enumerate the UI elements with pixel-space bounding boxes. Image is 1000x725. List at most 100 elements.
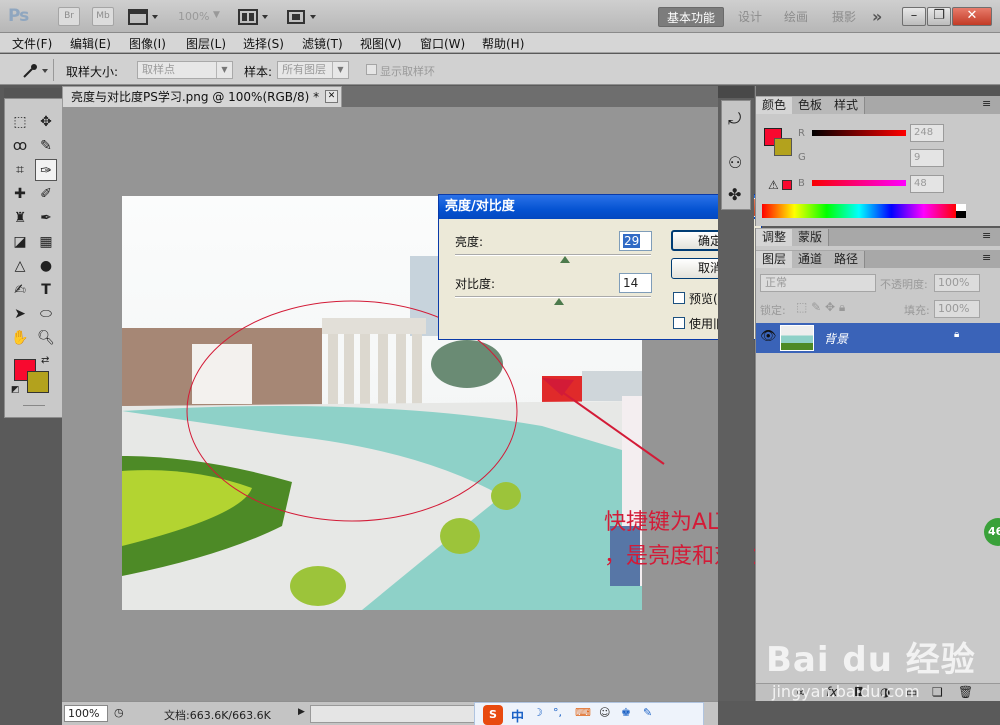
adjustments-panel-icon[interactable]: ✤ <box>728 185 741 204</box>
b-slider[interactable] <box>812 180 906 186</box>
tab-styles[interactable]: 样式 <box>828 97 866 114</box>
use-legacy-checkbox[interactable] <box>673 317 685 329</box>
marquee-tool-icon[interactable]: ⬚ <box>9 111 31 133</box>
skin-icon[interactable]: ♚ <box>621 706 631 719</box>
g-slider[interactable] <box>812 154 906 160</box>
menu-layer[interactable]: 图层(L) <box>186 35 226 52</box>
path-select-tool-icon[interactable]: ➤ <box>9 303 31 325</box>
moon-icon[interactable]: ☽ <box>533 706 543 719</box>
restore-button[interactable]: ❐ <box>927 7 951 26</box>
clone-stamp-tool-icon[interactable]: ♜ <box>9 207 31 229</box>
workspace-photography[interactable]: 摄影 <box>824 7 864 27</box>
zoom-level-select[interactable]: 100% <box>178 10 209 23</box>
gamut-swatch[interactable] <box>782 180 792 190</box>
ime-chinese-mode[interactable]: 中 <box>511 706 524 725</box>
bridge-button[interactable]: Br <box>58 7 80 26</box>
zoom-field[interactable]: 100% <box>64 705 108 722</box>
r-value[interactable]: 248 <box>910 124 944 142</box>
lasso-tool-icon[interactable]: ꝏ <box>9 135 31 157</box>
hand-tool-icon[interactable]: ✋ <box>9 327 31 349</box>
quick-select-tool-icon[interactable]: ✎ <box>35 135 57 157</box>
color-spectrum-ramp[interactable] <box>762 204 956 218</box>
user-icon[interactable]: ☺ <box>599 706 610 719</box>
contrast-input[interactable]: 14 <box>619 273 652 293</box>
background-color-swatch[interactable] <box>27 371 49 393</box>
punctuation-icon[interactable]: °, <box>553 706 562 719</box>
brightness-slider-track[interactable] <box>455 254 651 256</box>
out-of-gamut-warning-icon[interactable]: ⚠ <box>768 178 779 192</box>
dodge-tool-icon[interactable]: ● <box>35 255 57 277</box>
layer-row-background[interactable]: 👁︎ 背景 🔒︎ <box>756 323 1000 353</box>
b-value[interactable]: 48 <box>910 175 944 193</box>
tab-color[interactable]: 颜色 <box>756 97 794 114</box>
tab-paths[interactable]: 路径 <box>828 251 866 268</box>
workspace-essentials[interactable]: 基本功能 <box>658 7 725 27</box>
menu-help[interactable]: 帮助(H) <box>482 35 524 52</box>
ellipse-tool-icon[interactable]: ⬭ <box>35 303 57 325</box>
menu-filter[interactable]: 滤镜(T) <box>302 35 343 52</box>
contrast-slider-thumb[interactable] <box>553 298 564 305</box>
menu-window[interactable]: 窗口(W) <box>420 35 465 52</box>
tab-adjustments[interactable]: 调整 <box>756 229 794 246</box>
sample-size-select[interactable]: 取样点 ▼ <box>137 61 233 79</box>
move-tool-icon[interactable]: ✥ <box>35 111 57 133</box>
actions-panel-icon[interactable]: ⚇ <box>728 153 742 172</box>
tab-masks[interactable]: 蒙版 <box>792 229 830 246</box>
minimize-button[interactable]: – <box>902 7 926 26</box>
document-tab[interactable]: 亮度与对比度PS学习.png @ 100%(RGB/8) * ✕ <box>62 86 342 107</box>
workspace-painting[interactable]: 绘画 <box>776 7 816 27</box>
status-menu-arrow-icon[interactable]: ▶ <box>298 707 305 717</box>
close-tab-icon[interactable]: ✕ <box>325 90 338 103</box>
tool-preset-picker[interactable] <box>10 59 54 81</box>
panel-menu-icon[interactable]: ≡ <box>982 251 991 264</box>
tab-swatches[interactable]: 色板 <box>792 97 830 114</box>
menu-image[interactable]: 图像(I) <box>129 35 166 52</box>
bw-ramp[interactable] <box>956 204 966 218</box>
visibility-eye-icon[interactable]: 👁︎ <box>760 329 777 344</box>
sample-select[interactable]: 所有图层 ▼ <box>277 61 349 79</box>
default-colors-icon[interactable]: ◩ <box>11 385 20 395</box>
eyedropper-tool-icon[interactable]: ✑ <box>35 159 57 181</box>
panel-menu-icon[interactable]: ≡ <box>982 229 991 242</box>
blend-mode-select[interactable]: 正常 <box>760 274 876 292</box>
more-workspaces-icon[interactable]: » <box>872 7 882 26</box>
menu-file[interactable]: 文件(F) <box>12 35 52 52</box>
panel-menu-icon[interactable]: ≡ <box>982 97 991 110</box>
history-brush-tool-icon[interactable]: ✒ <box>35 207 57 229</box>
mini-bridge-button[interactable]: Mb <box>92 7 114 26</box>
brightness-slider-thumb[interactable] <box>559 256 570 263</box>
menu-select[interactable]: 选择(S) <box>243 35 284 52</box>
tab-layers[interactable]: 图层 <box>756 251 794 268</box>
zoom-tool-icon[interactable]: 🔍︎ <box>35 327 57 349</box>
gradient-tool-icon[interactable]: ▦ <box>35 231 57 253</box>
new-layer-icon[interactable]: ❏ <box>932 685 943 699</box>
blur-tool-icon[interactable]: △ <box>9 255 31 277</box>
history-panel-icon[interactable]: ⤾ <box>728 109 741 129</box>
crop-tool-icon[interactable]: ⌗ <box>9 159 31 181</box>
sogou-icon[interactable]: S <box>483 705 503 725</box>
opacity-field[interactable]: 100% <box>934 274 980 292</box>
brightness-input[interactable]: 29 <box>619 231 652 251</box>
status-info-icon[interactable]: ◷ <box>114 706 124 719</box>
g-value[interactable]: 9 <box>910 149 944 167</box>
close-button[interactable]: ✕ <box>952 7 992 26</box>
preview-checkbox[interactable] <box>673 292 685 304</box>
view-extras-button[interactable] <box>128 8 162 26</box>
delete-layer-icon[interactable]: 🗑︎ <box>958 685 973 699</box>
type-tool-icon[interactable]: T <box>35 279 57 301</box>
menu-edit[interactable]: 编辑(E) <box>70 35 111 52</box>
show-sampling-ring-checkbox[interactable] <box>366 64 377 75</box>
fill-field[interactable]: 100% <box>934 300 980 318</box>
screen-mode-button[interactable] <box>286 8 322 26</box>
ime-toolbar[interactable]: S 中 ☽ °, ⌨ ☺ ♚ ✎ <box>474 702 704 725</box>
tools-icon[interactable]: ✎ <box>643 706 652 719</box>
keyboard-icon[interactable]: ⌨ <box>575 706 591 719</box>
swap-colors-icon[interactable]: ⇄ <box>41 355 49 366</box>
workspace-design[interactable]: 设计 <box>730 7 770 27</box>
healing-brush-tool-icon[interactable]: ✚ <box>9 183 31 205</box>
r-slider[interactable] <box>812 130 906 136</box>
eraser-tool-icon[interactable]: ◪ <box>9 231 31 253</box>
menu-view[interactable]: 视图(V) <box>360 35 402 52</box>
brush-tool-icon[interactable]: ✐ <box>35 183 57 205</box>
tab-channels[interactable]: 通道 <box>792 251 830 268</box>
